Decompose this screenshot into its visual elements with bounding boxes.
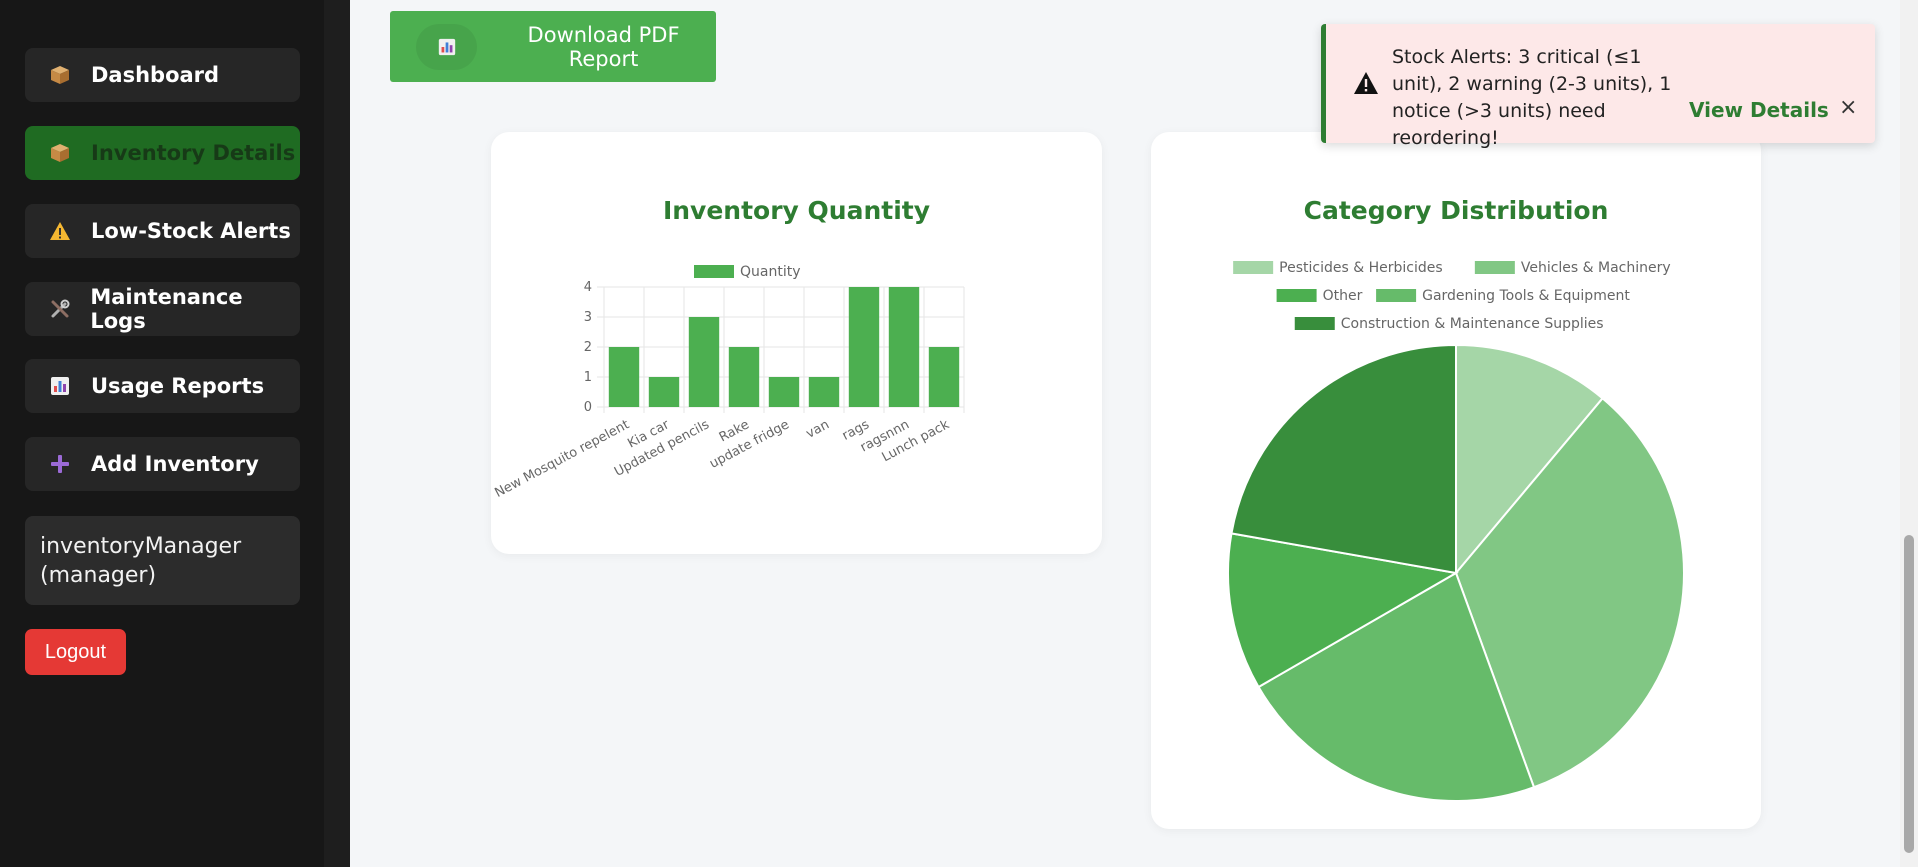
- legend-swatch: [1233, 261, 1274, 274]
- view-details-link[interactable]: View Details: [1689, 98, 1829, 122]
- legend-swatch: [1474, 261, 1515, 274]
- y-tick-label: 4: [584, 280, 592, 295]
- legend-swatch: [1294, 317, 1335, 330]
- inventory-quantity-card: Inventory Quantity Quantity 0 1 2 3 4 New Mosq…: [491, 132, 1102, 554]
- logout-button[interactable]: Logout: [25, 629, 126, 675]
- bar-0: [608, 347, 640, 407]
- bar-1: [648, 377, 680, 407]
- sidebar-item-maintenance-logs[interactable]: Maintenance Logs: [25, 282, 300, 336]
- sidebar-item-inventory-details[interactable]: Inventory Details: [25, 126, 300, 180]
- main-content: Download PDF Report Inventory Quantity Q…: [350, 0, 1900, 867]
- y-tick-label: 3: [584, 310, 592, 325]
- user-info: inventoryManager (manager): [25, 516, 300, 605]
- tools-icon: [47, 296, 72, 322]
- bar-chart-icon: [47, 373, 73, 399]
- legend-label: Construction & Maintenance Supplies: [1341, 316, 1604, 332]
- legend-label: Other: [1323, 288, 1363, 304]
- bar-8: [928, 347, 960, 407]
- legend-label-quantity: Quantity: [740, 264, 801, 280]
- scrollbar-thumb[interactable]: [1904, 535, 1914, 853]
- bar-7: [888, 287, 920, 407]
- x-tick-label: update fridge: [707, 417, 792, 472]
- scrollbar[interactable]: [1900, 0, 1918, 867]
- x-tick-label: New Mosquito repelent: [492, 417, 631, 501]
- sidebar-item-label: Add Inventory: [91, 452, 259, 476]
- package-icon: [47, 140, 73, 166]
- legend-label: Pesticides & Herbicides: [1279, 260, 1442, 276]
- legend-label: Vehicles & Machinery: [1521, 260, 1671, 276]
- close-icon[interactable]: ×: [1839, 93, 1857, 123]
- warning-icon: [1353, 71, 1379, 100]
- legend-label: Gardening Tools & Equipment: [1422, 288, 1630, 304]
- bar-chart-icon: [416, 23, 478, 70]
- user-role: (manager): [40, 563, 157, 588]
- user-name: inventoryManager: [40, 534, 242, 559]
- stock-alert-toast: Stock Alerts: 3 critical (≤1 unit), 2 wa…: [1321, 24, 1875, 149]
- inventory-quantity-chart: Quantity01234New Mosquito repelentKia ca…: [492, 264, 965, 501]
- sidebar-item-low-stock-alerts[interactable]: Low-Stock Alerts: [25, 204, 300, 258]
- sidebar-item-label: Low-Stock Alerts: [91, 219, 291, 243]
- bar-2: [688, 317, 720, 407]
- legend-swatch: [1376, 289, 1417, 302]
- sidebar-item-label: Dashboard: [91, 63, 220, 87]
- x-tick-label: van: [804, 417, 832, 441]
- bar-3: [728, 347, 760, 407]
- sidebar-item-add-inventory[interactable]: Add Inventory: [25, 437, 300, 491]
- plus-icon: [47, 451, 73, 477]
- category-distribution-card: Category Distribution Pesticides & Herbi…: [1151, 132, 1761, 829]
- package-icon: [47, 62, 73, 88]
- category-distribution-chart: Pesticides & Herbicides Vehicles & Machin…: [1227, 260, 1685, 802]
- y-tick-label: 2: [584, 340, 592, 355]
- warning-icon: [47, 218, 73, 244]
- legend-swatch: [1276, 289, 1317, 302]
- sidebar-item-label: Maintenance Logs: [90, 285, 243, 333]
- sidebar: Dashboard Inventory Details Low-Stock Al…: [0, 0, 324, 867]
- y-tick-label: 1: [584, 370, 592, 385]
- bar-4: [768, 377, 800, 407]
- sidebar-item-dashboard[interactable]: Dashboard: [25, 48, 300, 102]
- y-tick-label: 0: [584, 400, 592, 415]
- sidebar-item-usage-reports[interactable]: Usage Reports: [25, 359, 300, 413]
- download-pdf-button[interactable]: Download PDF Report: [390, 11, 716, 82]
- pie-slice-4: [1230, 343, 1457, 575]
- alert-message: Stock Alerts: 3 critical (≤1 unit), 2 wa…: [1392, 46, 1672, 149]
- bar-5: [808, 377, 840, 407]
- download-pdf-label: Download PDF Report: [527, 22, 680, 71]
- legend-swatch-quantity: [694, 265, 734, 278]
- sidebar-item-label: Inventory Details: [91, 141, 296, 165]
- bar-6: [848, 287, 880, 407]
- sidebar-divider: [324, 0, 350, 867]
- sidebar-item-label: Usage Reports: [91, 374, 265, 398]
